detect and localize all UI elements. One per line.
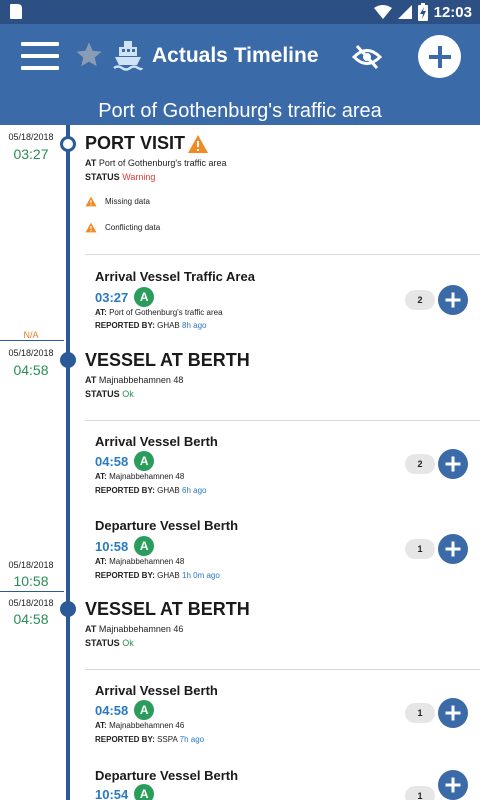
event-time-row: 10:54 A (95, 784, 155, 800)
timeline-node-berth (60, 352, 76, 368)
page-title: Actuals Timeline (152, 44, 319, 67)
actual-badge: A (134, 784, 155, 800)
timeline-node-port-visit (60, 136, 76, 152)
event-at: AT: Port of Gothenburg's traffic area (95, 308, 223, 317)
berth-visit-title[interactable]: VESSEL AT BERTH (85, 350, 250, 371)
sd-card-icon (10, 4, 22, 19)
timeline-separator (0, 591, 64, 592)
battery-charging-icon (417, 3, 428, 21)
event-title[interactable]: Departure Vessel Berth (95, 768, 238, 783)
event-time-row: 10:58 A (95, 536, 155, 556)
event-reported: REPORTED BY: GHAB 1h 0m ago (95, 571, 220, 580)
clock: 12:03 (433, 3, 472, 21)
event-time-row: 04:58 A (95, 700, 155, 720)
statement-count-badge[interactable]: 1 (405, 703, 435, 723)
berth-visit-at: AT Majnabbehamnen 46 (85, 624, 184, 634)
star-icon[interactable] (74, 40, 104, 70)
berth1-date: 05/18/2018 (8, 348, 54, 358)
traffic-area-title: Port of Gothenburg's traffic area (98, 100, 382, 122)
port-visit-status: STATUS Warning (85, 172, 156, 182)
berth1-time: 04:58 (13, 362, 49, 378)
divider (85, 420, 480, 421)
menu-button[interactable] (21, 42, 59, 72)
berth1-end-date: 05/18/2018 (8, 560, 54, 570)
add-statement-button[interactable] (438, 698, 468, 728)
actual-badge: A (134, 700, 155, 720)
add-button[interactable] (418, 35, 461, 78)
berth-visit-at: AT Majnabbehamnen 48 (85, 375, 184, 385)
berth2-date: 05/18/2018 (8, 598, 54, 608)
port-visit-header[interactable]: PORT VISIT (85, 133, 209, 154)
add-statement-button[interactable] (438, 285, 468, 315)
event-time-row: 03:27 A (95, 287, 155, 307)
visibility-off-icon[interactable] (352, 44, 382, 70)
statement-count-badge[interactable]: 1 (405, 786, 435, 800)
event-reported: REPORTED BY: GHAB 8h ago (95, 321, 207, 330)
berth-visit-status: STATUS Ok (85, 638, 134, 648)
port-visit-title: PORT VISIT (85, 133, 186, 153)
ship-icon (113, 41, 143, 71)
event-at: AT: Majnabbehamnen 46 (95, 721, 185, 730)
event-reported: REPORTED BY: GHAB 6h ago (95, 486, 207, 495)
event-at: AT: Majnabbehamnen 48 (95, 472, 185, 481)
warning-icon (188, 134, 209, 153)
add-statement-button[interactable] (438, 770, 468, 800)
event-at: AT: Majnabbehamnen 48 (95, 557, 185, 566)
warning-icon (85, 196, 97, 207)
divider (85, 254, 480, 255)
berth-visit-status: STATUS Ok (85, 389, 134, 399)
status-bar: 12:03 (0, 0, 480, 24)
na-label: N/A (23, 330, 39, 340)
statement-count-badge[interactable]: 2 (405, 454, 435, 474)
timeline-node-berth (60, 601, 76, 617)
port-visit-date: 05/18/2018 (8, 132, 54, 142)
signal-icon (397, 5, 412, 19)
actual-badge: A (134, 451, 155, 471)
berth-visit-title[interactable]: VESSEL AT BERTH (85, 599, 250, 620)
event-title[interactable]: Arrival Vessel Berth (95, 434, 218, 449)
port-visit-at: AT Port of Gothenburg's traffic area (85, 158, 227, 168)
event-title[interactable]: Departure Vessel Berth (95, 518, 238, 533)
event-title[interactable]: Arrival Vessel Traffic Area (95, 269, 255, 284)
issue-missing-data: Missing data (85, 196, 150, 207)
berth1-end-time: 10:58 (13, 573, 49, 589)
divider (85, 669, 480, 670)
event-title[interactable]: Arrival Vessel Berth (95, 683, 218, 698)
add-statement-button[interactable] (438, 449, 468, 479)
app-bar: Actuals Timeline (0, 24, 480, 90)
berth2-time: 04:58 (13, 611, 49, 627)
statement-count-badge[interactable]: 1 (405, 539, 435, 559)
timeline-line (66, 125, 70, 800)
event-reported: REPORTED BY: SSPA 7h ago (95, 735, 205, 744)
issue-conflicting-data: Conflicting data (85, 222, 160, 233)
actual-badge: A (134, 287, 155, 307)
port-visit-time: 03:27 (13, 146, 49, 162)
statement-count-badge[interactable]: 2 (405, 290, 435, 310)
event-time-row: 04:58 A (95, 451, 155, 471)
add-statement-button[interactable] (438, 534, 468, 564)
wifi-icon (373, 5, 392, 19)
warning-icon (85, 222, 97, 233)
timeline-separator (0, 340, 64, 341)
actual-badge: A (134, 536, 155, 556)
